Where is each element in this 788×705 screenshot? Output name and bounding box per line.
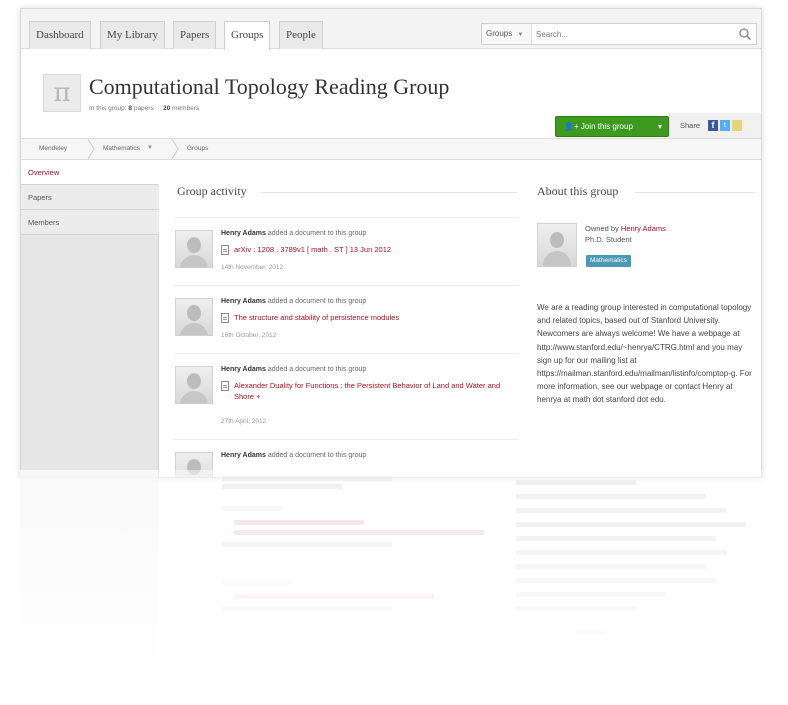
activity-date: 16th October, 2012 <box>221 332 277 339</box>
browser-frame: Dashboard My Library Papers Groups Peopl… <box>20 8 762 478</box>
activity-user[interactable]: Henry Adams <box>221 230 266 237</box>
divider <box>635 192 755 193</box>
breadcrumb-groups: Groups <box>187 145 209 152</box>
members-label: members <box>172 105 200 112</box>
activity-text: Henry Adams added a document to this gro… <box>221 452 366 459</box>
about-title: About this group <box>537 184 619 198</box>
breadcrumb: Mendeley Mathematics ▼ Groups <box>21 138 761 160</box>
tab-people[interactable]: People <box>279 21 323 49</box>
search-button[interactable] <box>738 27 752 41</box>
activity-text: Henry Adams added a document to this gro… <box>221 230 366 237</box>
owner-avatar[interactable] <box>537 223 577 267</box>
tab-dashboard[interactable]: Dashboard <box>29 21 91 49</box>
owned-by-label: Owned by <box>585 224 619 233</box>
breadcrumb-mathematics[interactable]: Mathematics <box>93 139 150 159</box>
chevron-down-icon: ▾ <box>657 122 662 131</box>
breadcrumb-mendeley[interactable]: Mendeley <box>29 139 77 159</box>
join-group-label: Join this group <box>580 122 633 131</box>
members-count: 20 <box>163 105 171 112</box>
avatar[interactable] <box>175 298 213 336</box>
activity-user[interactable]: Henry Adams <box>221 298 266 305</box>
search-box: Groups ▼ <box>481 23 757 45</box>
tab-papers[interactable]: Papers <box>173 21 217 49</box>
tab-groups[interactable]: Groups <box>224 21 271 50</box>
sidebar-item-papers[interactable]: Papers <box>21 185 159 210</box>
sidebar-item-members[interactable]: Members <box>21 210 159 235</box>
document-link[interactable]: Alexander Duality for Functions : the Pe… <box>234 380 514 402</box>
twitter-icon[interactable]: t <box>720 120 730 131</box>
papers-count: 8 <box>128 105 133 112</box>
share-label: Share <box>680 121 701 130</box>
facebook-icon[interactable]: f <box>708 120 718 131</box>
user-plus-icon: 👤+ <box>564 122 581 131</box>
activity-title: Group activity <box>177 184 247 198</box>
owner-line: Owned by Henry Adams <box>585 224 666 233</box>
activity-date: 14th November, 2012 <box>221 264 284 271</box>
group-description: We are a reading group interested in com… <box>537 303 752 405</box>
activity-action: added a document to this group <box>267 452 367 459</box>
activity-text: Henry Adams added a document to this gro… <box>221 298 366 305</box>
document-icon <box>221 313 229 323</box>
activity-action: added a document to this group <box>267 366 367 373</box>
share-more-icon[interactable] <box>732 120 742 131</box>
document-icon <box>221 245 229 255</box>
activity-date: 27th April, 2012 <box>221 418 267 425</box>
document-icon <box>221 381 229 391</box>
chevron-down-icon: ▼ <box>147 145 153 151</box>
activity-user[interactable]: Henry Adams <box>221 452 266 459</box>
page-title: Computational Topology Reading Group <box>89 74 450 99</box>
join-group-button[interactable]: 👤+ Join this group ▾ <box>555 116 669 137</box>
search-scope-select[interactable]: Groups ▼ <box>482 24 532 44</box>
group-stats: In this group: 8 papers · 20 members <box>89 105 200 112</box>
avatar[interactable] <box>175 230 213 268</box>
owner-link[interactable]: Henry Adams <box>621 224 666 233</box>
activity-item: Henry Adams added a document to this gro… <box>173 285 519 353</box>
search-icon <box>739 28 752 41</box>
papers-label: papers <box>133 105 154 112</box>
group-logo: π <box>43 74 81 112</box>
sidebar: Overview Papers Members <box>21 160 159 477</box>
tab-my-library[interactable]: My Library <box>100 21 166 49</box>
activity-item: Henry Adams added a document to this gro… <box>173 217 519 285</box>
share-area: Share f t <box>669 113 761 139</box>
activity-text: Henry Adams added a document to this gro… <box>221 366 366 373</box>
activity-action: added a document to this group <box>267 230 367 237</box>
owner-role: Ph.D. Student <box>585 235 632 244</box>
sidebar-item-overview[interactable]: Overview <box>21 160 159 185</box>
group-stats-prefix: In this group: <box>89 105 127 112</box>
reflection-fade <box>20 470 762 705</box>
search-scope-label: Groups <box>486 29 513 38</box>
group-header: π Computational Topology Reading Group I… <box>21 50 761 139</box>
activity-action: added a document to this group <box>267 298 367 305</box>
top-nav: Dashboard My Library Papers Groups Peopl… <box>21 9 761 50</box>
screenshot-reflection <box>20 470 762 705</box>
discipline-tag[interactable]: Mathematics <box>586 255 631 267</box>
divider <box>261 192 517 193</box>
activity-item: Henry Adams added a document to this gro… <box>173 353 519 439</box>
document-link[interactable]: The structure and stability of persisten… <box>234 312 514 323</box>
activity-user[interactable]: Henry Adams <box>221 366 266 373</box>
document-link[interactable]: arXiv : 1208 . 3789v1 [ math . ST ] 13 J… <box>234 244 514 255</box>
chevron-down-icon: ▼ <box>517 32 524 38</box>
search-input[interactable] <box>536 26 726 42</box>
avatar[interactable] <box>175 366 213 404</box>
